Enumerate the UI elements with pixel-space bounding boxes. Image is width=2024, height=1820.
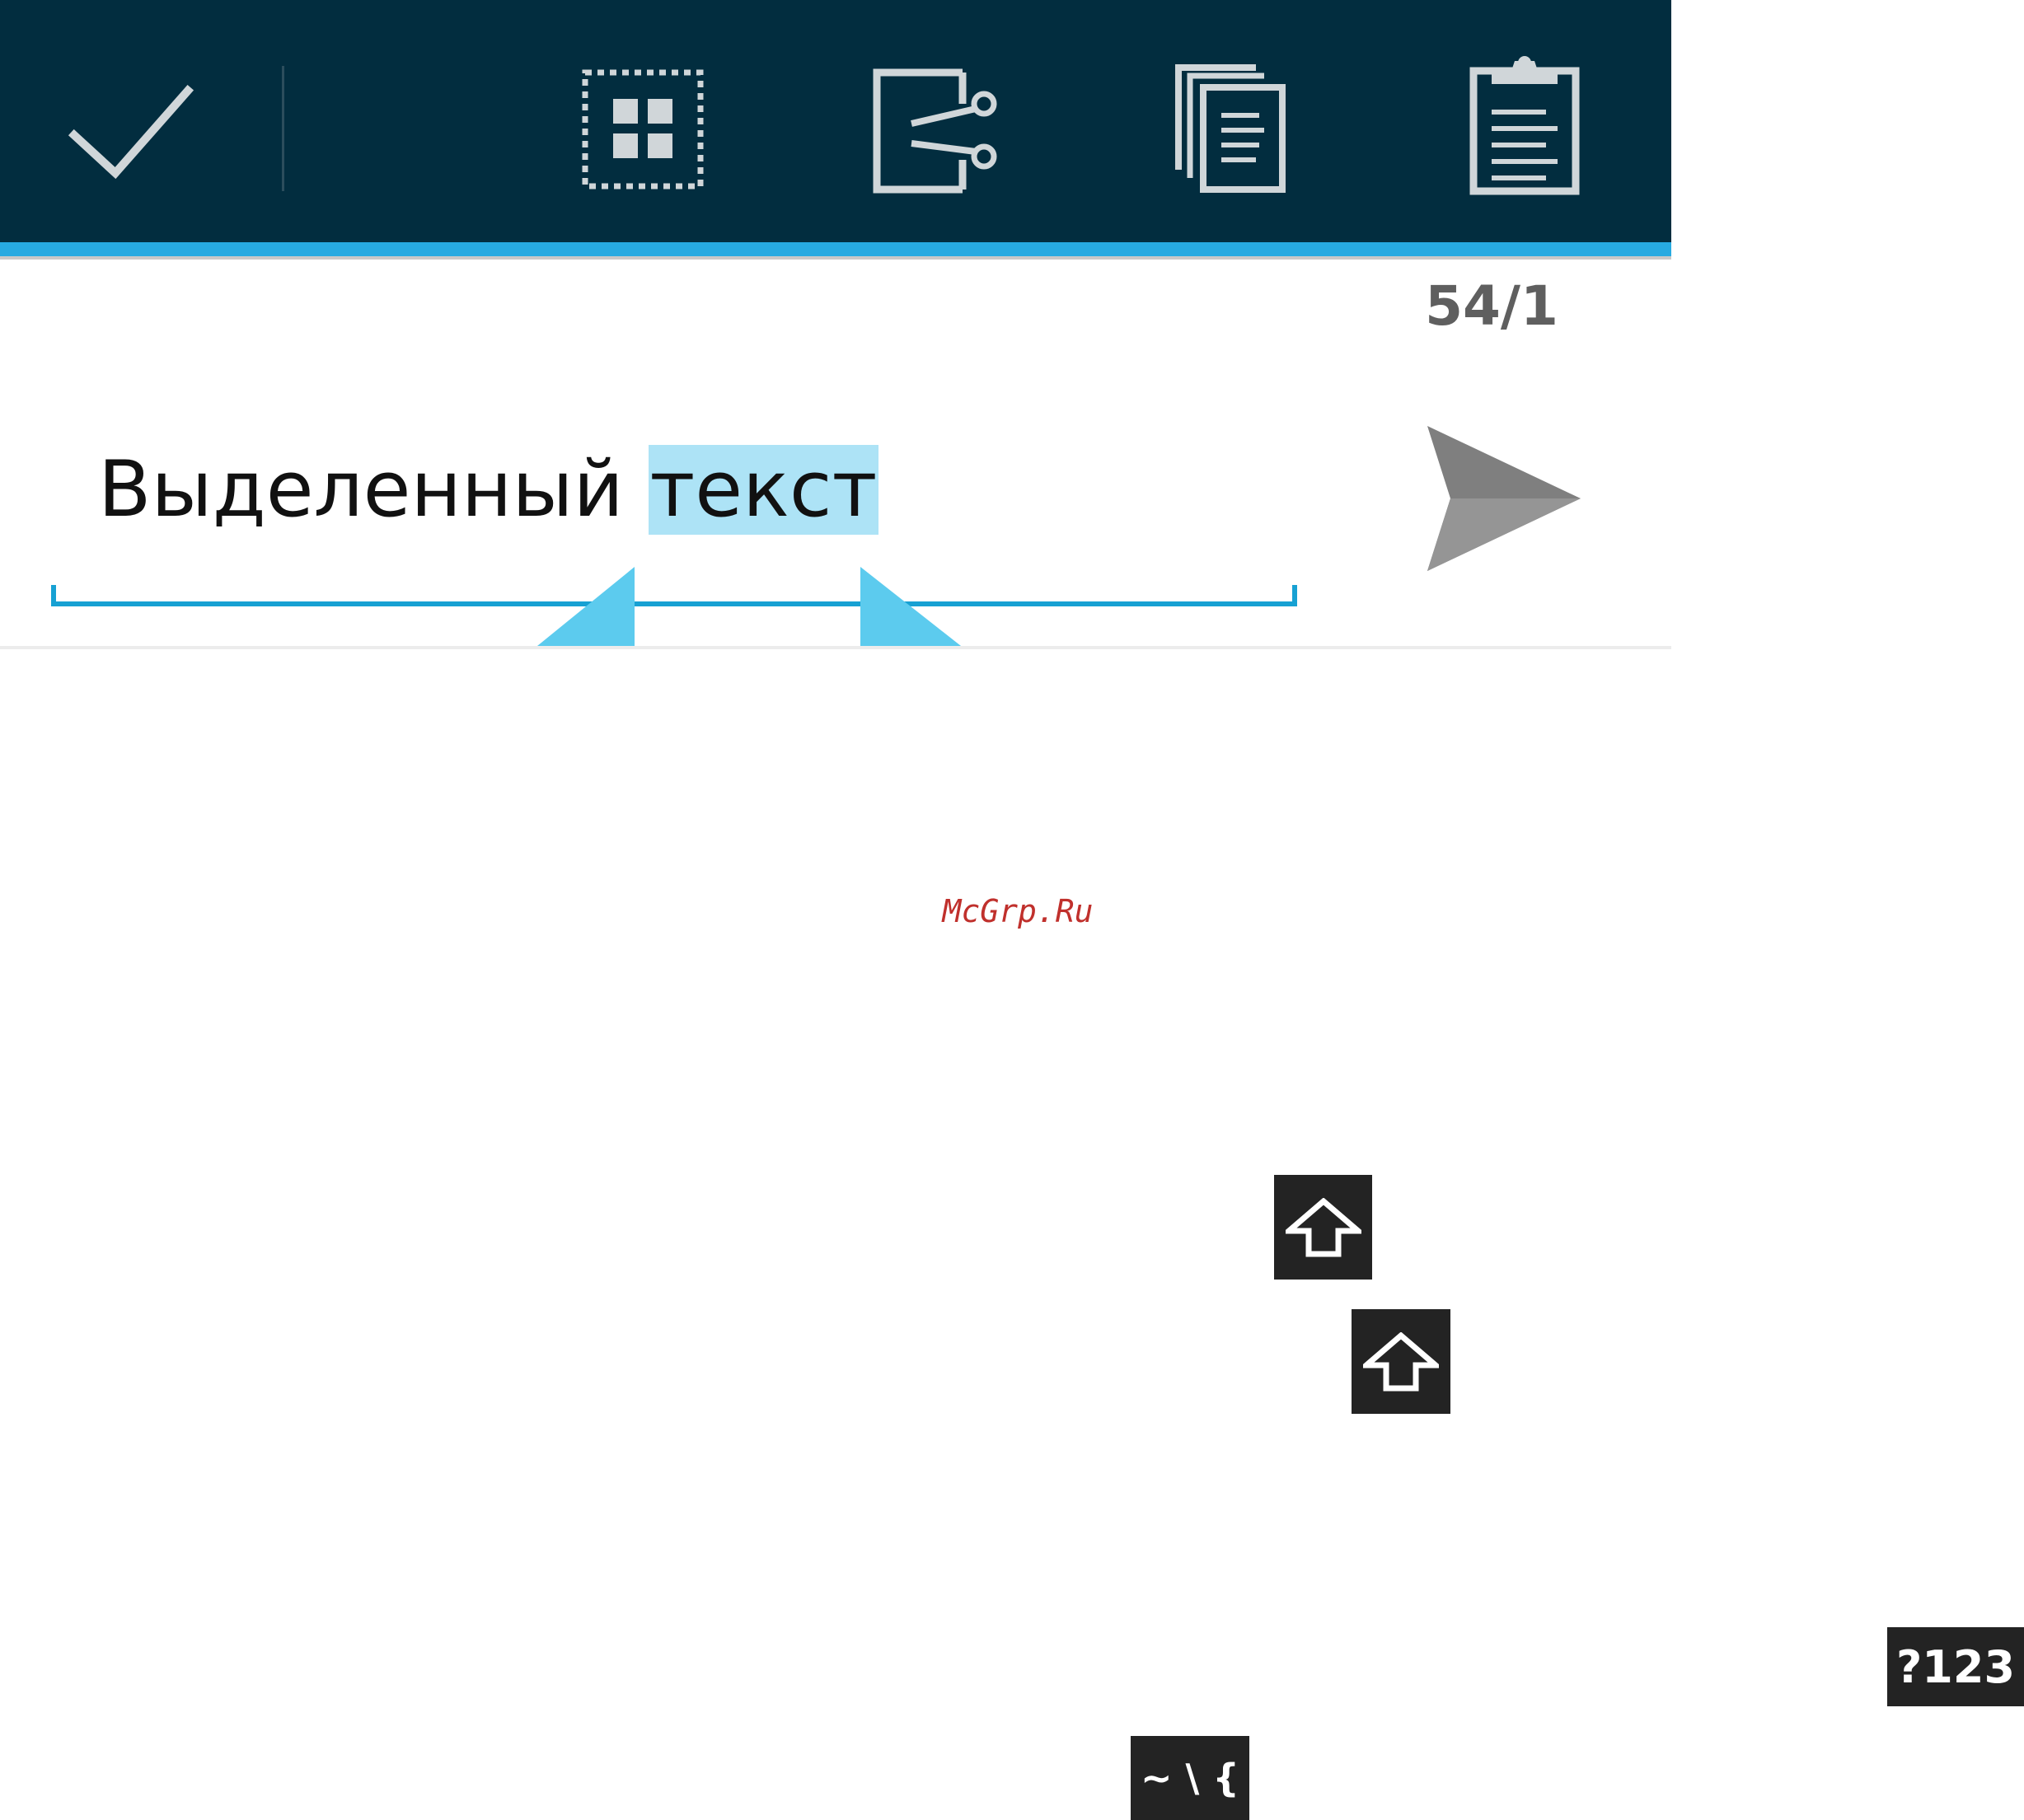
selected-text[interactable]: текст bbox=[648, 445, 879, 535]
action-bar-accent-line bbox=[0, 242, 1671, 256]
checkmark-icon[interactable] bbox=[66, 82, 198, 181]
select-all-icon[interactable] bbox=[582, 69, 704, 189]
input-underline bbox=[51, 601, 1297, 606]
send-icon[interactable] bbox=[1426, 424, 1582, 573]
action-bar-divider bbox=[282, 66, 284, 191]
symbols-key[interactable]: ?123 bbox=[1887, 1627, 2024, 1706]
contextual-action-bar bbox=[0, 0, 1671, 242]
watermark: McGrp.Ru bbox=[942, 893, 1094, 929]
more-symbols-key[interactable]: ~ \ { bbox=[1131, 1736, 1249, 1820]
shift-arrow-icon bbox=[1285, 1197, 1361, 1256]
input-underline-left-tick bbox=[51, 585, 56, 606]
shift-arrow-icon bbox=[1363, 1331, 1439, 1391]
cut-icon[interactable] bbox=[872, 64, 1004, 194]
message-input-text[interactable]: Выделенный текст bbox=[98, 437, 879, 544]
action-bar-shadow bbox=[0, 256, 1671, 260]
message-counter: 54/1 bbox=[1425, 274, 1558, 338]
copy-icon[interactable] bbox=[1174, 64, 1289, 194]
selection-start-handle[interactable] bbox=[537, 567, 638, 646]
paste-icon[interactable] bbox=[1469, 54, 1581, 196]
shift-key[interactable] bbox=[1274, 1175, 1372, 1280]
input-underline-right-tick bbox=[1292, 585, 1297, 606]
message-input[interactable]: Выделенный текст bbox=[51, 428, 1297, 613]
unselected-text: Выделенный bbox=[98, 445, 649, 535]
input-area-divider bbox=[0, 646, 1671, 649]
shift-key-caps[interactable] bbox=[1352, 1309, 1450, 1414]
selection-end-handle[interactable] bbox=[857, 567, 961, 646]
